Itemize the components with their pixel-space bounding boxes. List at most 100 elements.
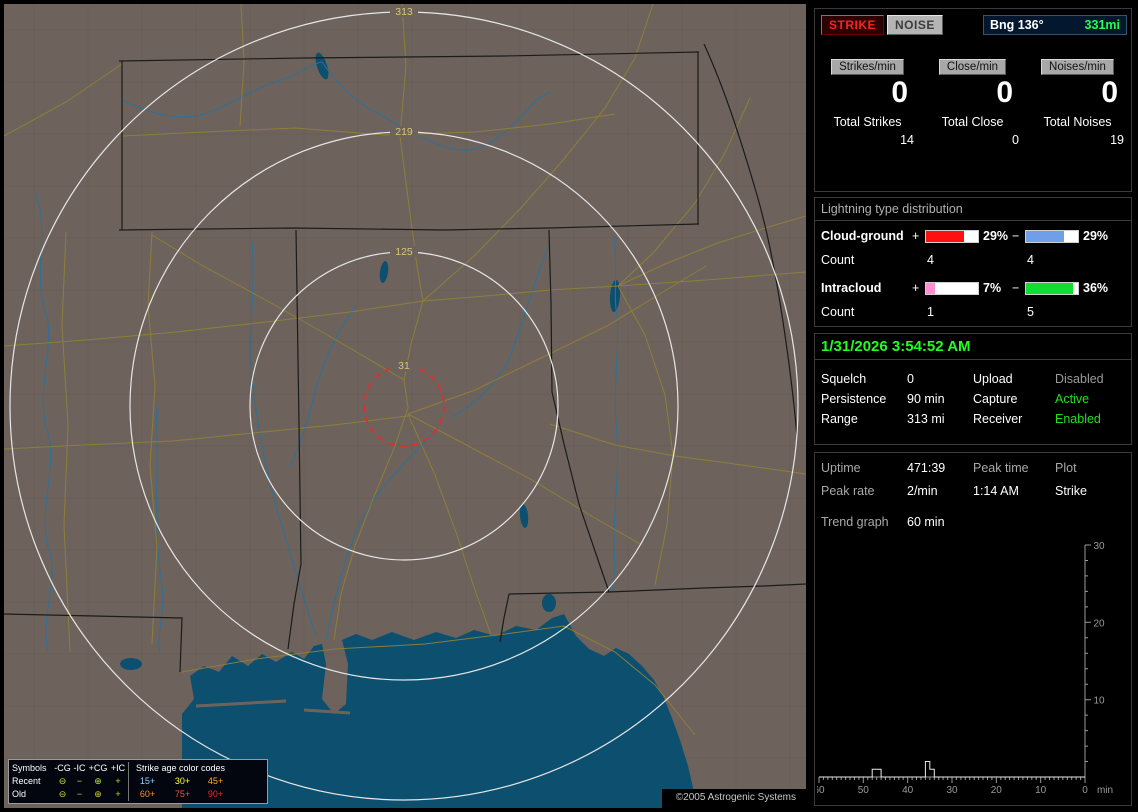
trend-section: Uptime 471:39 Peak time Plot Peak rate 2… (814, 452, 1132, 806)
neg-ic-recent-icon: − (76, 776, 83, 786)
legend-symbols-header: Symbols (12, 763, 47, 773)
persistence-value: 90 min (907, 392, 945, 406)
ic-plus-count: 1 (927, 305, 934, 319)
svg-text:0: 0 (1082, 785, 1088, 796)
plus-sign: + (912, 281, 920, 295)
plot-label: Plot (1055, 461, 1077, 475)
legend-old-label: Old (12, 789, 27, 799)
legend-age-header: Strike age color codes (128, 762, 232, 775)
legend-col-neg-cg: -CG (54, 763, 71, 773)
age-15: 15+ (128, 775, 166, 788)
capture-label: Capture (973, 392, 1018, 406)
ic-minus-count: 5 (1027, 305, 1034, 319)
svg-text:50: 50 (858, 785, 870, 796)
cloud-ground-label: Cloud-ground (821, 229, 904, 243)
svg-text:40: 40 (902, 785, 914, 796)
noises-per-min-button[interactable]: Noises/min (1041, 59, 1114, 75)
status-row: Squelch 0 Upload Disabled (815, 372, 1131, 388)
upload-label: Upload (973, 372, 1013, 386)
rates-section: STRIKE NOISE Bng 136° 331mi Strikes/min … (814, 8, 1132, 192)
ic-plus-bar (925, 281, 979, 295)
cg-count-label: Count (821, 253, 855, 267)
status-panel: STRIKE NOISE Bng 136° 331mi Strikes/min … (810, 0, 1138, 812)
receiver-label: Receiver (973, 412, 1023, 426)
squelch-value: 0 (907, 372, 914, 386)
total-close-value: 0 (1012, 133, 1019, 147)
ring-label-219: 219 (395, 126, 413, 138)
ring-label-125: 125 (395, 246, 413, 258)
peak-time-label: Peak time (973, 461, 1029, 475)
status-row: Range 313 mi Receiver Enabled (815, 412, 1131, 428)
minus-sign: − (1012, 281, 1020, 295)
legend-col-pos-ic: +IC (110, 763, 126, 773)
total-strikes-value: 14 (900, 133, 914, 147)
datetime-display: 1/31/2026 3:54:52 AM (815, 334, 1131, 360)
system-status-section: 1/31/2026 3:54:52 AM Squelch 0 Upload Di… (814, 333, 1132, 445)
total-strikes-label: Total Strikes (833, 115, 902, 129)
close-per-min-value: 0 (996, 76, 1013, 109)
svg-text:30: 30 (1093, 541, 1105, 552)
cg-plus-bar (925, 229, 979, 243)
info-row: Peak rate 2/min 1:14 AM Strike (815, 484, 1131, 500)
noises-column: Noises/min 0 Total Noises 19 (1025, 59, 1130, 147)
neg-ic-old-icon: − (76, 789, 83, 799)
trend-header: Trend graph 60 min (815, 515, 1131, 531)
bearing-label: Bng 136° (990, 18, 1044, 32)
neg-cg-recent-icon: ⊖ (58, 776, 67, 786)
age-60: 60+ (128, 788, 166, 801)
squelch-label: Squelch (821, 372, 867, 386)
strike-mode-button[interactable]: STRIKE (821, 15, 885, 35)
strikes-per-min-value: 0 (891, 76, 908, 109)
age-90: 90+ (207, 789, 224, 799)
total-close-label: Total Close (941, 115, 1004, 129)
nexstorm-app: { "panel": { "buttons": { "strike": "STR… (0, 0, 1138, 812)
svg-text:20: 20 (1093, 618, 1105, 629)
trend-window-value: 60 min (907, 515, 945, 529)
age-45: 45+ (207, 776, 224, 786)
svg-text:10: 10 (1093, 696, 1105, 707)
uptime-value: 471:39 (907, 461, 946, 475)
map-container: 313 219 125 31 Symbols -CG -IC +CG +IC S… (4, 4, 806, 808)
svg-text:10: 10 (1035, 785, 1047, 796)
pos-cg-old-icon: ⊕ (94, 789, 102, 799)
ic-plus-pct: 7% (983, 281, 1002, 295)
strikes-per-min-button[interactable]: Strikes/min (831, 59, 904, 75)
status-row: Persistence 90 min Capture Active (815, 392, 1131, 408)
total-noises-value: 19 (1110, 133, 1124, 147)
age-30: 30+ (174, 776, 191, 786)
intracloud-label: Intracloud (821, 281, 882, 295)
ring-label-313: 313 (395, 6, 413, 18)
minus-sign: − (1012, 229, 1020, 243)
ic-count-label: Count (821, 305, 855, 319)
bearing-readout: Bng 136° 331mi (983, 15, 1127, 35)
map-svg[interactable]: 313 219 125 31 (4, 4, 806, 808)
ic-minus-bar (1025, 281, 1079, 295)
peak-rate-value: 2/min (907, 484, 938, 498)
distribution-title: Lightning type distribution (815, 198, 1131, 221)
neg-cg-old-icon: ⊖ (58, 789, 67, 799)
info-row: Uptime 471:39 Peak time Plot (815, 461, 1131, 477)
receiver-value: Enabled (1055, 412, 1101, 426)
noise-mode-button[interactable]: NOISE (887, 15, 943, 35)
svg-text:60: 60 (817, 785, 825, 796)
noises-per-min-value: 0 (1101, 76, 1118, 109)
upload-value: Disabled (1055, 372, 1104, 386)
ic-minus-pct: 36% (1083, 281, 1109, 295)
pos-ic-recent-icon: + (115, 776, 121, 786)
total-noises-label: Total Noises (1043, 115, 1112, 129)
pos-ic-old-icon: + (115, 789, 121, 799)
capture-value: Active (1055, 392, 1090, 406)
svg-text:min: min (1097, 785, 1113, 796)
rate-columns: Strikes/min 0 Total Strikes 14 Close/min… (815, 59, 1131, 147)
peak-rate-label: Peak rate (821, 484, 875, 498)
svg-text:30: 30 (946, 785, 958, 796)
distribution-body: Cloud-ground + 29% − 29% Count 4 4 Intra… (815, 221, 1131, 321)
copyright-text: ©2005 Astrogenic Systems (661, 789, 806, 808)
close-per-min-button[interactable]: Close/min (938, 59, 1007, 75)
cg-plus-count: 4 (927, 253, 934, 267)
cg-minus-bar (1025, 229, 1079, 243)
strike-legend: Symbols -CG -IC +CG +IC Strike age color… (8, 759, 268, 804)
legend-recent-label: Recent (12, 776, 41, 786)
cg-plus-pct: 29% (983, 229, 1009, 243)
svg-text:20: 20 (991, 785, 1003, 796)
